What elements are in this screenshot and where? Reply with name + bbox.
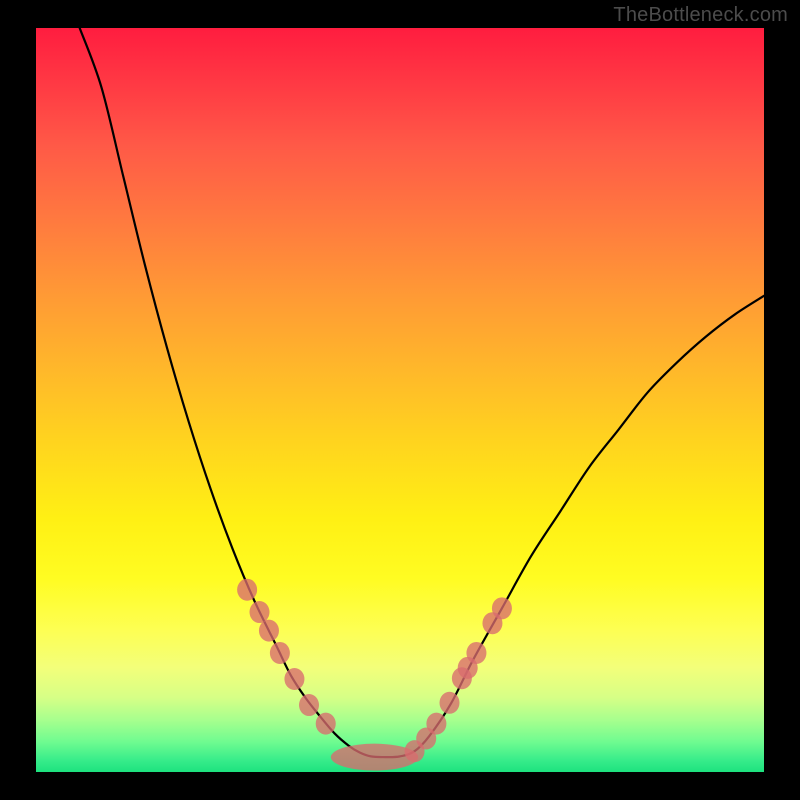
curve-marker (299, 694, 319, 716)
plot-frame (36, 28, 764, 772)
curve-marker (284, 668, 304, 690)
curve-marker (466, 642, 486, 664)
curve-marker (259, 620, 279, 642)
bottom-marker-pill (331, 744, 418, 771)
curve-marker (440, 692, 460, 714)
curve-marker (250, 601, 270, 623)
curve-marker (270, 642, 290, 664)
bottleneck-curve (80, 28, 764, 757)
curve-marker (237, 579, 257, 601)
curve-marker (492, 597, 512, 619)
curve-marker (316, 713, 336, 735)
watermark-text: TheBottleneck.com (613, 4, 788, 27)
markers-left-group (237, 579, 336, 735)
chart-stage: TheBottleneck.com (0, 0, 800, 800)
markers-right-group (405, 597, 512, 762)
chart-overlay (36, 28, 764, 772)
curve-marker (426, 713, 446, 735)
